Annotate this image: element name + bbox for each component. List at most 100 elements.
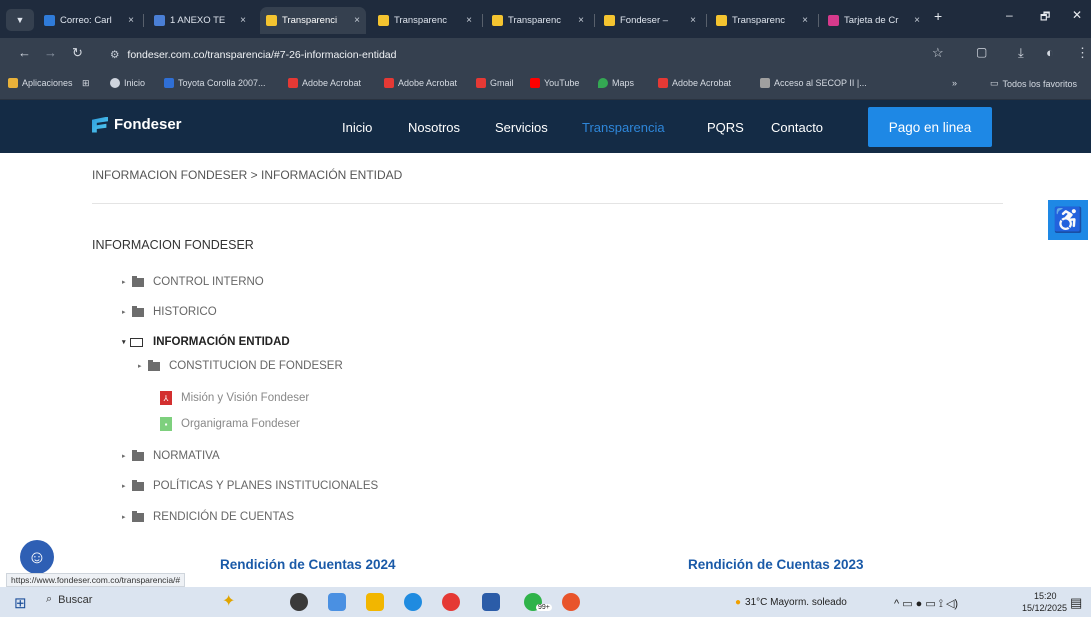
- close-icon[interactable]: ×: [914, 15, 920, 26]
- tab-separator: [706, 14, 707, 27]
- status-bar-url: https://www.fondeser.com.co/transparenci…: [6, 573, 186, 587]
- toyota-icon: [164, 78, 174, 88]
- tab-transparencia-4[interactable]: Transparenc ×: [710, 7, 814, 34]
- tab-separator: [143, 14, 144, 27]
- close-icon[interactable]: ×: [354, 15, 360, 26]
- restore-button[interactable]: 🗗: [1040, 8, 1050, 27]
- close-icon[interactable]: ×: [466, 15, 472, 26]
- bookmark-toyota[interactable]: Toyota Corolla 2007...: [164, 78, 266, 88]
- reload-icon[interactable]: ↻: [72, 45, 83, 61]
- bookmark-star-icon[interactable]: ☆: [932, 45, 944, 61]
- tab-search-button[interactable]: ▼: [6, 9, 34, 31]
- minimize-button[interactable]: –: [1006, 8, 1013, 22]
- fondeser-logo[interactable]: Fondeser: [92, 116, 182, 133]
- bookmark-youtube[interactable]: YouTube: [530, 78, 579, 88]
- nav-inicio[interactable]: Inicio: [342, 120, 372, 135]
- globe-icon: [110, 78, 120, 88]
- tab-transparencia-2[interactable]: Transparenc ×: [372, 7, 478, 34]
- download-icon[interactable]: ⤓: [1018, 45, 1024, 61]
- widgets-icon[interactable]: [328, 593, 346, 611]
- nav-nosotros[interactable]: Nosotros: [408, 120, 460, 135]
- tab-label: 1 ANEXO TE: [170, 15, 226, 26]
- tab-transparencia-3[interactable]: Transparenc ×: [486, 7, 590, 34]
- bookmark-adobe-1[interactable]: Adobe Acrobat: [288, 78, 361, 88]
- close-icon[interactable]: ×: [690, 15, 696, 26]
- bookmark-maps[interactable]: Maps: [598, 78, 634, 88]
- rendicion-2024-heading[interactable]: Rendición de Cuentas 2024: [220, 557, 396, 572]
- close-icon[interactable]: ×: [240, 15, 246, 26]
- bookmark-secop[interactable]: Acceso al SECOP II |...: [760, 78, 867, 88]
- accessibility-button[interactable]: ♿: [1048, 200, 1088, 240]
- rendicion-2023-heading[interactable]: Rendición de Cuentas 2023: [688, 557, 864, 572]
- clock-time[interactable]: 15:20: [1034, 591, 1057, 601]
- bookmark-gmail[interactable]: Gmail: [476, 78, 514, 88]
- notification-center-icon[interactable]: ▤: [1070, 595, 1082, 611]
- edge-browser-icon[interactable]: [404, 593, 422, 611]
- word-icon[interactable]: [482, 593, 500, 611]
- close-window-button[interactable]: ✕: [1072, 8, 1082, 22]
- copilot-sparkle-icon[interactable]: ✦: [222, 591, 235, 611]
- back-arrow-icon[interactable]: ←: [18, 45, 31, 60]
- tab-anexo[interactable]: 1 ANEXO TE ×: [148, 7, 252, 34]
- search-label: Buscar: [58, 593, 93, 606]
- breadcrumb[interactable]: INFORMACION FONDESER > INFORMACIÓN ENTID…: [92, 168, 402, 182]
- forward-arrow-icon[interactable]: →: [44, 45, 57, 60]
- apps-shortcut-button[interactable]: ⊞: [82, 78, 90, 89]
- tray-icons[interactable]: ^ ▭ ● ▭ ⟟ ◁): [894, 597, 958, 611]
- all-bookmarks-folder[interactable]: ▭ Todos los favoritos: [990, 78, 1077, 89]
- pago-en-linea-button[interactable]: Pago en linea: [868, 107, 992, 147]
- menu-kebab-icon[interactable]: ⋮: [1076, 45, 1089, 61]
- bookmark-aplicaciones[interactable]: Aplicaciones: [8, 78, 73, 88]
- bookmark-label: Gmail: [490, 78, 514, 88]
- doc-mision-vision[interactable]: ⅄ Misión y Visión Fondeser: [160, 391, 309, 405]
- close-icon[interactable]: ×: [802, 15, 808, 26]
- accessibility-person-icon: ♿: [1053, 206, 1083, 234]
- tree-item-politicas[interactable]: ▸ POLÍTICAS Y PLANES INSTITUCIONALES: [122, 479, 378, 492]
- windows-start-icon[interactable]: ⊞: [14, 594, 27, 612]
- file-explorer-icon[interactable]: [366, 593, 384, 611]
- accessibility-widget-button[interactable]: ☺: [20, 540, 54, 574]
- nav-servicios[interactable]: Servicios: [495, 120, 548, 135]
- site-info-icon[interactable]: ⚙: [110, 49, 119, 61]
- doc-label: Organigrama Fondeser: [181, 418, 300, 430]
- tree-item-rendicion[interactable]: ▸ RENDICIÓN DE CUENTAS: [122, 510, 294, 523]
- bookmark-adobe-3[interactable]: Adobe Acrobat: [658, 78, 731, 88]
- tab-fondeser[interactable]: Fondeser – ×: [598, 7, 702, 34]
- tab-tarjeta[interactable]: Tarjeta de Cr ×: [822, 7, 926, 34]
- tree-item-control-interno[interactable]: ▸ CONTROL INTERNO: [122, 275, 264, 288]
- tab-correo[interactable]: Correo: Carl ×: [38, 7, 140, 34]
- profile-icon[interactable]: ◐: [1046, 45, 1054, 60]
- adobe-acrobat-icon: [384, 78, 394, 88]
- fondeser-favicon-icon: [604, 15, 615, 26]
- tree-item-historico[interactable]: ▸ HISTORICO: [122, 305, 217, 318]
- bookmark-inicio[interactable]: Inicio: [110, 78, 145, 88]
- adobe-acrobat-icon: [288, 78, 298, 88]
- address-bar[interactable]: ⚙ fondeser.com.co/transparencia/#7-26-in…: [110, 44, 930, 66]
- image-file-icon: ▪: [160, 417, 172, 431]
- notification-badge: 99+: [536, 604, 552, 611]
- nav-pqrs[interactable]: PQRS: [707, 120, 744, 135]
- taskbar-search[interactable]: ⌕ Buscar: [46, 593, 92, 606]
- weather-widget[interactable]: ● 31°C Mayorm. soleado: [735, 597, 847, 608]
- tree-item-normativa[interactable]: ▸ NORMATIVA: [122, 449, 220, 462]
- new-tab-button[interactable]: +: [934, 8, 942, 24]
- nav-contacto[interactable]: Contacto: [771, 120, 823, 135]
- taskview-icon[interactable]: [290, 593, 308, 611]
- close-icon[interactable]: ×: [128, 15, 134, 26]
- bookmark-adobe-2[interactable]: Adobe Acrobat: [384, 78, 457, 88]
- extensions-icon[interactable]: ▢: [976, 45, 987, 59]
- tab-label: Transparenc: [394, 15, 447, 26]
- tree-item-constitucion[interactable]: ▸ CONSTITUCION DE FONDESER: [138, 359, 343, 372]
- folder-open-icon: ▾: [122, 336, 144, 348]
- tree-item-informacion-entidad[interactable]: ▾ INFORMACIÓN ENTIDAD: [122, 336, 290, 348]
- nav-transparencia[interactable]: Transparencia: [582, 120, 665, 135]
- clock-date[interactable]: 15/12/2025: [1022, 603, 1067, 613]
- chrome-browser-icon[interactable]: [442, 593, 460, 611]
- tab-transparencia-active[interactable]: Transparenci ×: [260, 7, 366, 34]
- chrome-profile-icon[interactable]: [562, 593, 580, 611]
- close-icon[interactable]: ×: [578, 15, 584, 26]
- doc-organigrama[interactable]: ▪ Organigrama Fondeser: [160, 417, 300, 431]
- bookmark-label: Maps: [612, 78, 635, 88]
- tab-strip: ▼ Correo: Carl × 1 ANEXO TE × Transparen…: [0, 0, 1091, 38]
- bookmarks-overflow-button[interactable]: »: [952, 78, 957, 88]
